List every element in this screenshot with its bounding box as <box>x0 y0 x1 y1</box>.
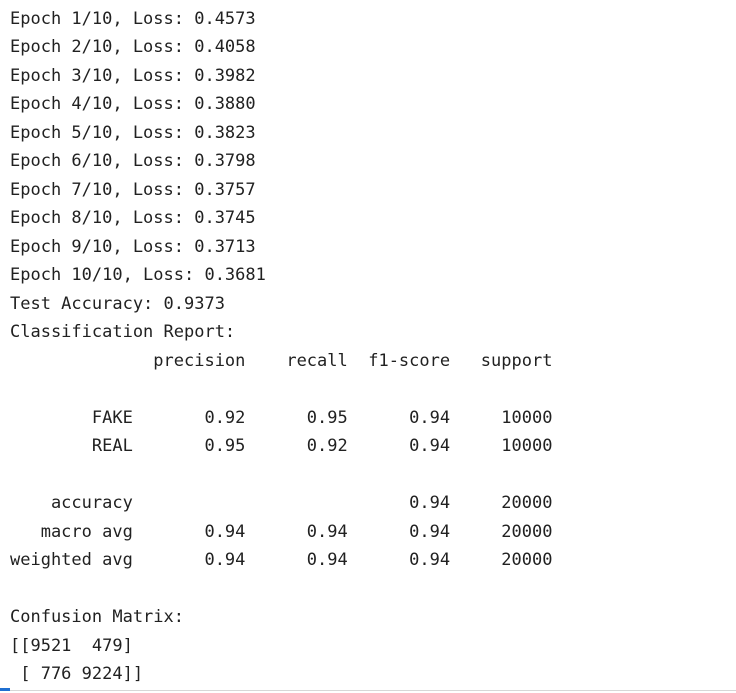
report-row-accuracy: accuracy 0.94 20000 <box>10 493 553 513</box>
cell-divider <box>0 690 736 691</box>
report-row-fake: FAKE 0.92 0.95 0.94 10000 <box>10 408 553 428</box>
output-line-epoch-2: Epoch 2/10, Loss: 0.4058 <box>10 37 256 57</box>
test-accuracy-line: Test Accuracy: 0.9373 <box>10 294 225 314</box>
report-row-real: REAL 0.95 0.92 0.94 10000 <box>10 436 553 456</box>
output-line-epoch-3: Epoch 3/10, Loss: 0.3982 <box>10 66 256 86</box>
report-header-line: precision recall f1-score support <box>10 351 553 371</box>
confusion-matrix-title: Confusion Matrix: <box>10 607 184 627</box>
output-line-epoch-5: Epoch 5/10, Loss: 0.3823 <box>10 123 256 143</box>
output-line-epoch-9: Epoch 9/10, Loss: 0.3713 <box>10 237 256 257</box>
output-line-epoch-8: Epoch 8/10, Loss: 0.3745 <box>10 208 256 228</box>
confusion-matrix-row-2: [ 776 9224]] <box>10 664 144 684</box>
confusion-matrix-row-1: [[9521 479] <box>10 636 133 656</box>
report-title-line: Classification Report: <box>10 322 236 342</box>
output-line-epoch-7: Epoch 7/10, Loss: 0.3757 <box>10 180 256 200</box>
active-cell-marker <box>0 688 10 691</box>
output-line-epoch-6: Epoch 6/10, Loss: 0.3798 <box>10 151 256 171</box>
report-row-weighted-avg: weighted avg 0.94 0.94 0.94 20000 <box>10 550 553 570</box>
cell-output: Epoch 1/10, Loss: 0.4573 Epoch 2/10, Los… <box>0 0 736 690</box>
output-line-epoch-1: Epoch 1/10, Loss: 0.4573 <box>10 9 256 29</box>
output-line-epoch-10: Epoch 10/10, Loss: 0.3681 <box>10 265 266 285</box>
output-line-epoch-4: Epoch 4/10, Loss: 0.3880 <box>10 94 256 114</box>
report-row-macro-avg: macro avg 0.94 0.94 0.94 20000 <box>10 522 553 542</box>
